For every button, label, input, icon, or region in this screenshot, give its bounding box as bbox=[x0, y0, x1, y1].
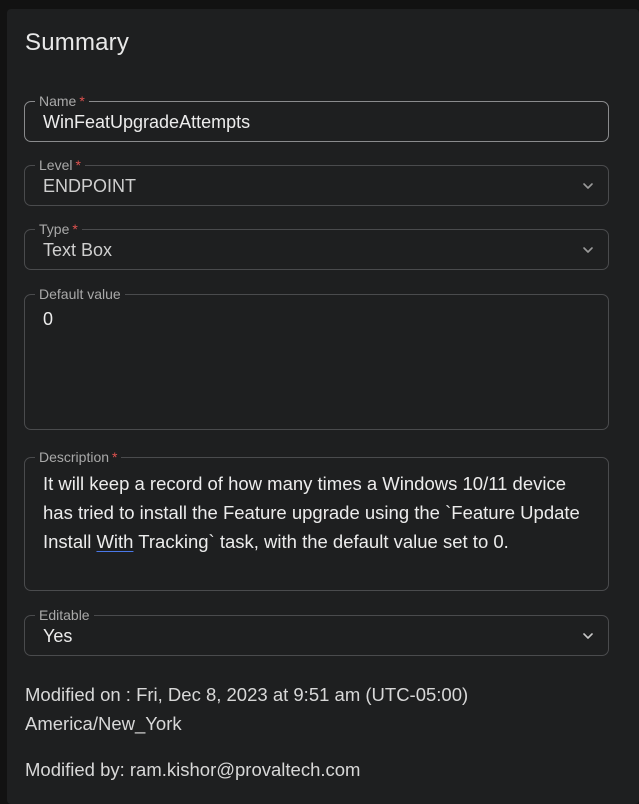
editable-label: Editable bbox=[35, 607, 94, 623]
editable-selected-value: Yes bbox=[43, 626, 73, 646]
modified-by-text: Modified by: ram.kishor@provaltech.com bbox=[25, 759, 361, 780]
name-label: Name * bbox=[35, 93, 89, 109]
type-select[interactable]: Type * Text Box bbox=[24, 221, 609, 270]
default-value-label: Default value bbox=[35, 286, 125, 302]
type-selected-value: Text Box bbox=[43, 240, 113, 260]
chevron-down-icon[interactable] bbox=[582, 630, 594, 642]
name-input-value[interactable]: WinFeatUpgradeAttempts bbox=[43, 112, 250, 133]
summary-title: Summary bbox=[25, 29, 130, 56]
chevron-down-icon[interactable] bbox=[582, 180, 594, 192]
level-selected-value: ENDPOINT bbox=[43, 176, 137, 196]
type-label: Type * bbox=[35, 221, 82, 237]
description-text[interactable]: It will keep a record of how many times … bbox=[43, 469, 598, 556]
name-field[interactable]: Name * WinFeatUpgradeAttempts bbox=[24, 93, 609, 142]
level-select[interactable]: Level * ENDPOINT bbox=[24, 157, 609, 206]
required-mark: * bbox=[112, 449, 118, 465]
required-mark: * bbox=[75, 157, 81, 173]
description-label: Description * bbox=[35, 449, 122, 465]
level-label: Level * bbox=[35, 157, 85, 173]
editable-select[interactable]: Editable Yes bbox=[24, 607, 609, 656]
default-value-text[interactable]: 0 bbox=[43, 309, 53, 330]
description-textarea[interactable]: Description * It will keep a record of ho… bbox=[24, 449, 609, 591]
modified-on-text: Modified on : Fri, Dec 8, 2023 at 9:51 a… bbox=[25, 684, 469, 734]
required-mark: * bbox=[79, 93, 85, 109]
default-value-textarea[interactable]: Default value 0 bbox=[24, 286, 609, 430]
chevron-down-icon[interactable] bbox=[582, 244, 594, 256]
spellcheck-underline-word: With bbox=[96, 531, 134, 552]
required-mark: * bbox=[72, 221, 78, 237]
